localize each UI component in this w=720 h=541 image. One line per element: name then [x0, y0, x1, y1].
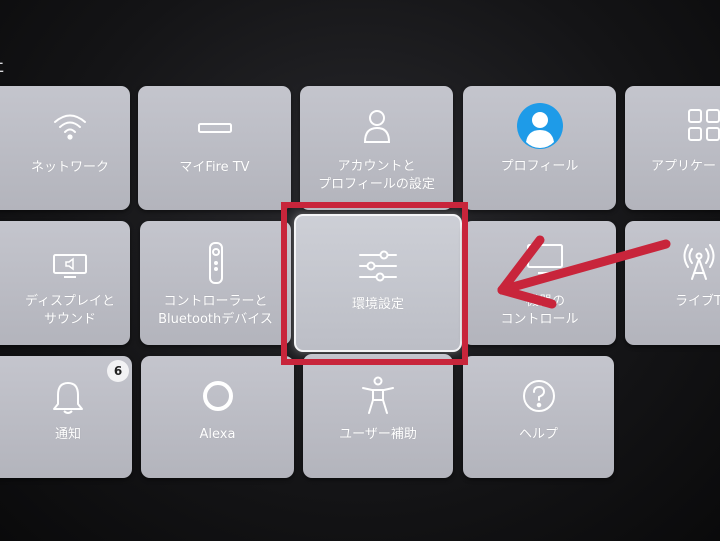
tile-help-label: ヘルプ	[518, 427, 558, 442]
notification-count-badge: 6	[107, 360, 129, 382]
tile-alexa[interactable]: Alexa	[141, 356, 294, 478]
tile-account-profile-settings[interactable]: アカウントと プロフィールの設定	[300, 86, 453, 210]
tile-controllers-bluetooth[interactable]: コントローラーと Bluetoothデバイス	[140, 221, 291, 345]
person-icon	[300, 108, 453, 144]
tile-profile-label: プロフィール	[500, 159, 579, 174]
tile-network-label: ネットワーク	[30, 160, 109, 175]
tile-notifications[interactable]: 6 通知	[0, 356, 132, 478]
tile-accessibility[interactable]: ユーザー補助	[303, 354, 453, 478]
tile-equipment-control-label-line2: コントロール	[500, 312, 579, 327]
edge-glyph: ﾆ	[0, 58, 5, 77]
apps-grid-icon	[625, 108, 720, 142]
tile-display-sound-label-line2: サウンド	[43, 312, 96, 327]
tile-account-label-line1: アカウントと	[337, 159, 416, 174]
tile-my-fire-tv-label: マイFire TV	[179, 160, 250, 175]
tv-speaker-icon	[0, 253, 130, 279]
tile-applications[interactable]: アプリケー	[625, 86, 720, 210]
tile-applications-label: アプリケー	[651, 159, 717, 174]
tile-profile[interactable]: プロフィール	[463, 86, 616, 210]
tile-accessibility-label: ユーザー補助	[339, 427, 417, 442]
tile-display-sound-label-line1: ディスプレイと	[24, 294, 116, 309]
tile-alexa-label: Alexa	[199, 427, 236, 442]
profile-avatar-icon	[463, 102, 616, 150]
tile-display-sound[interactable]: ディスプレイと サウンド	[0, 221, 130, 345]
fire-tv-stick-icon	[138, 122, 291, 134]
tile-account-label-line2: プロフィールの設定	[318, 177, 435, 192]
tile-controllers-label-line2: Bluetoothデバイス	[158, 312, 273, 327]
accessibility-figure-icon	[303, 376, 453, 416]
tile-help[interactable]: ヘルプ	[463, 356, 614, 478]
bell-icon	[0, 380, 132, 416]
remote-icon	[140, 241, 291, 285]
help-question-icon	[463, 378, 614, 414]
tile-notifications-label: 通知	[54, 427, 81, 442]
tile-my-fire-tv[interactable]: マイFire TV	[138, 86, 291, 210]
annotation-highlight-box	[281, 202, 468, 365]
wifi-icon	[0, 112, 130, 142]
tile-network[interactable]: ネットワーク	[0, 86, 130, 210]
tile-controllers-label-line1: コントローラーと	[163, 294, 268, 309]
alexa-ring-icon	[141, 378, 294, 414]
annotation-arrow	[497, 235, 671, 309]
